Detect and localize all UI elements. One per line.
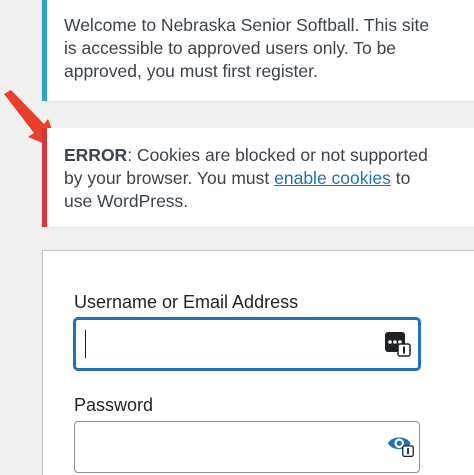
password-manager-icon[interactable] <box>384 331 412 357</box>
show-password-icon[interactable] <box>387 432 415 458</box>
error-line-1: ERROR: Cookies are blocked or not suppor… <box>64 144 467 167</box>
login-page: Welcome to Nebraska Senior Softball. Thi… <box>0 0 474 475</box>
enable-cookies-link[interactable]: enable cookies <box>274 168 391 188</box>
error-text-1: : Cookies are blocked or not supported <box>127 145 428 165</box>
text-caret <box>85 330 86 358</box>
error-label: ERROR <box>64 145 128 165</box>
info-line-3: approved, you must first register. <box>64 61 318 81</box>
error-line-3: use WordPress. <box>64 191 189 211</box>
login-form: Username or Email Address Password <box>42 250 474 475</box>
error-notice: ERROR: Cookies are blocked or not suppor… <box>42 128 474 227</box>
error-text-3: to <box>390 168 411 188</box>
password-input[interactable] <box>74 421 420 473</box>
username-label: Username or Email Address <box>74 292 299 312</box>
error-text-2: by your browser. You must <box>64 168 275 188</box>
info-line-1: Welcome to Nebraska Senior Softball. Thi… <box>64 15 430 35</box>
info-notice: Welcome to Nebraska Senior Softball. Thi… <box>42 0 474 101</box>
password-label: Password <box>74 395 154 415</box>
error-line-2: by your browser. You must enable cookies… <box>64 167 467 190</box>
info-line-2: is accessible to approved users only. To… <box>64 38 397 58</box>
username-input[interactable] <box>74 318 420 370</box>
